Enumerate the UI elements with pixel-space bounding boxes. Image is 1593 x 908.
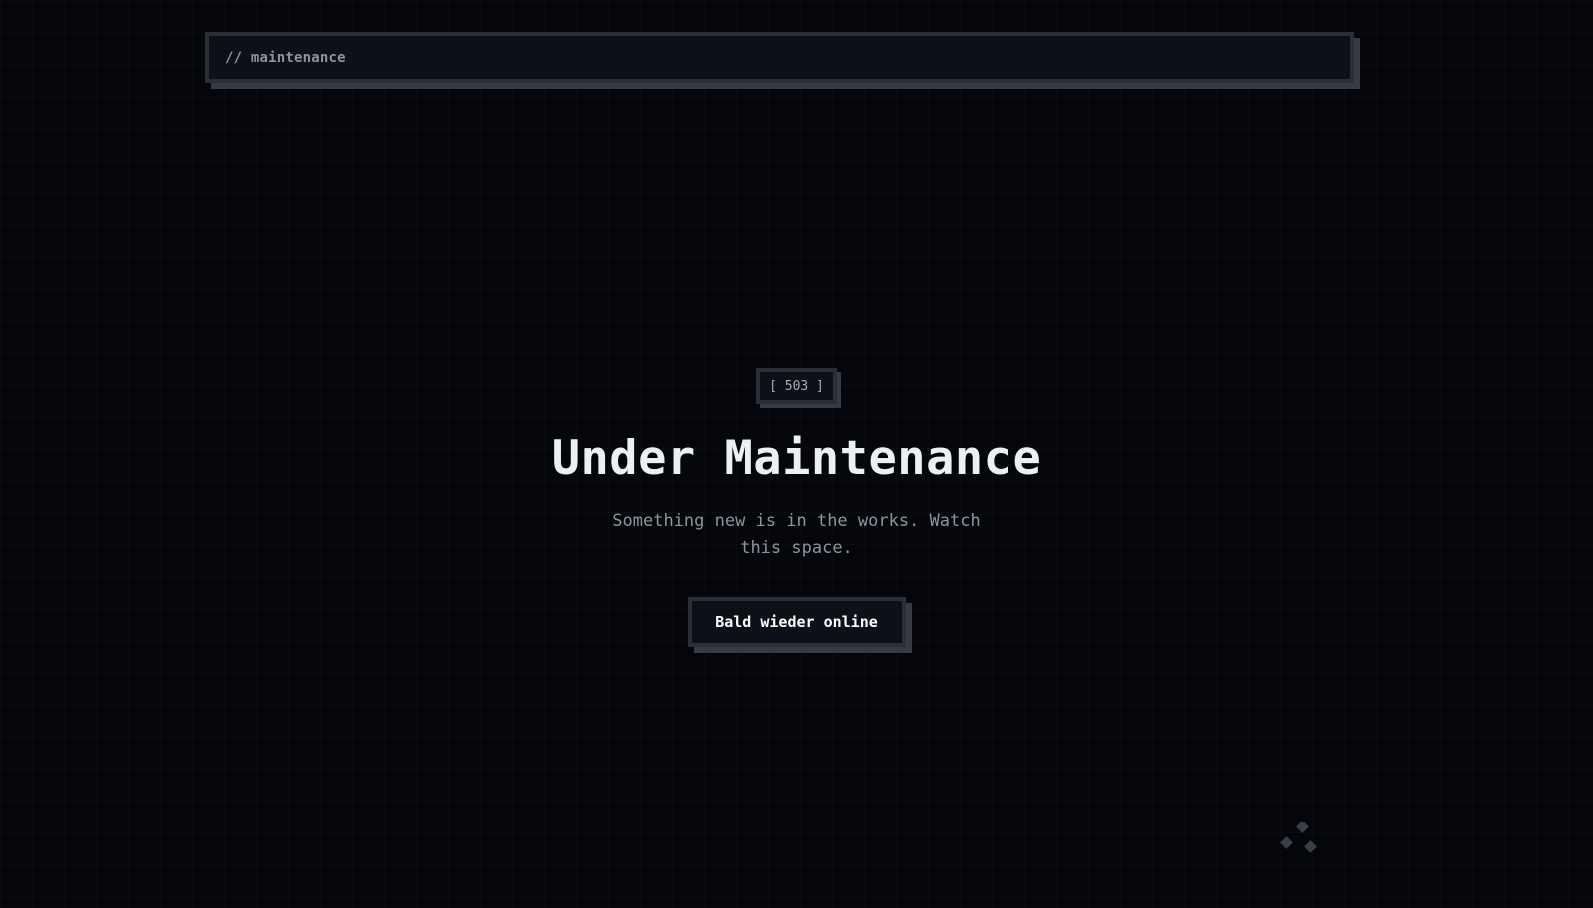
maintenance-panel: [ 503 ] Under Maintenance Something new … <box>0 368 1593 647</box>
diamond-shape <box>1280 836 1293 849</box>
diamond-shape <box>1296 822 1309 833</box>
status-code-badge: [ 503 ] <box>756 368 837 404</box>
page-title: Under Maintenance <box>551 431 1042 486</box>
breadcrumb-label: // maintenance <box>225 49 346 66</box>
page-subtitle: Something new is in the works. Watch thi… <box>612 511 981 558</box>
diamond-shape <box>1304 840 1317 853</box>
top-bar: // maintenance <box>205 32 1354 83</box>
diamonds-icon <box>1280 822 1317 853</box>
status-button[interactable]: Bald wieder online <box>687 597 906 647</box>
